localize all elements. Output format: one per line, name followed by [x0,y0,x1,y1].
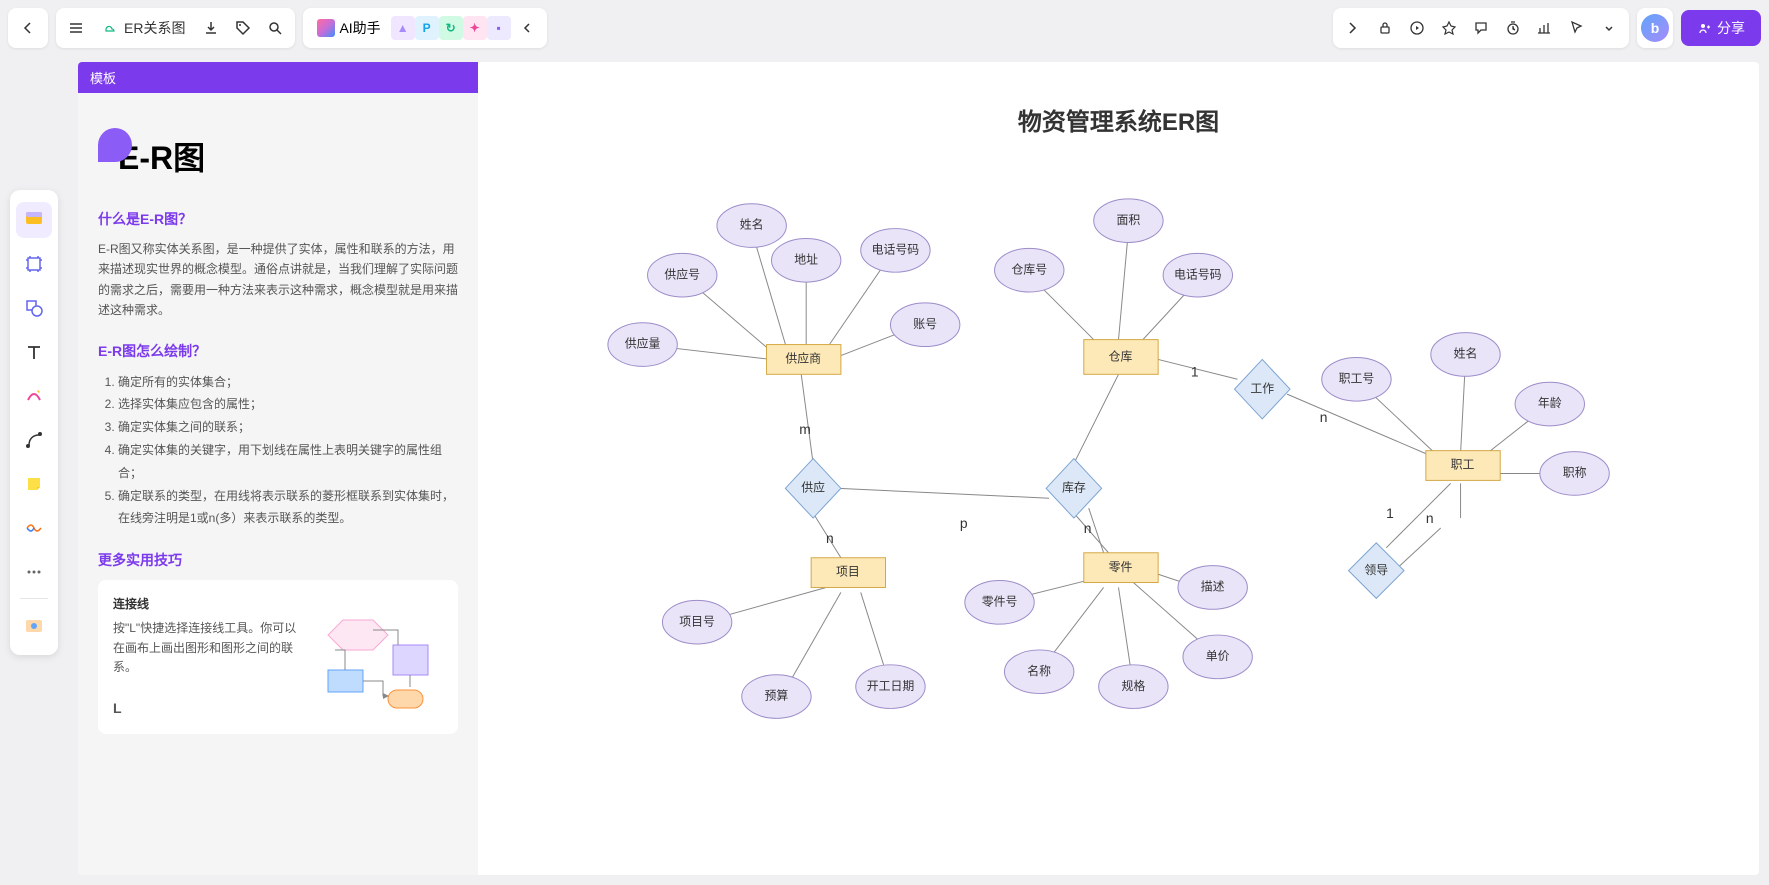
cursor-button[interactable] [1561,12,1593,44]
svg-text:n: n [1426,510,1434,526]
er-diagram[interactable]: 物资管理系统ER图 [478,62,1759,875]
chevron-left-small[interactable] [511,12,543,44]
timer-button[interactable] [1497,12,1529,44]
svg-text:姓名: 姓名 [740,218,764,232]
download-button[interactable] [195,12,227,44]
svg-text:1: 1 [1191,363,1199,379]
m-tool-button[interactable]: ▪ [487,16,511,40]
svg-text:职工号: 职工号 [1339,371,1375,385]
svg-text:n: n [826,530,834,546]
comment-button[interactable] [1465,12,1497,44]
list-item: 确定实体集之间的联系； [118,416,458,439]
list-item: 确定联系的类型，在用线将表示联系的菱形框联系到实体集时，在线旁注明是1或n(多）… [118,485,458,531]
svg-text:供应商: 供应商 [785,352,821,366]
c-tool-button[interactable]: ↻ [439,16,463,40]
tool-connector[interactable] [16,422,52,458]
user-plus-icon [1697,21,1711,35]
svg-text:供应号: 供应号 [664,267,700,281]
svg-text:开工日期: 开工日期 [867,679,915,693]
canvas-area[interactable]: 模板 E-R图 什么是E-R图？ E-R图又称实体关系图，是一种提供了实体，属性… [78,62,1759,875]
svg-text:单价: 单价 [1206,649,1230,663]
svg-text:地址: 地址 [794,252,818,266]
cloud-icon [102,20,118,36]
svg-text:账号: 账号 [913,317,937,331]
tip-diagram-icon [313,595,443,715]
chevron-down-icon[interactable] [1593,12,1625,44]
tool-more[interactable] [16,554,52,590]
svg-text:项目: 项目 [836,565,860,579]
svg-text:领导: 领导 [1364,563,1388,577]
list-item: 选择实体集应包含的属性； [118,393,458,416]
svg-text:仓库: 仓库 [1109,350,1133,364]
expand-button[interactable] [1337,12,1369,44]
tip-card: 连接线 按"L"快捷选择连接线工具。你可以在画布上画出图形和图形之间的联系。 L [98,580,458,734]
svg-text:面积: 面积 [1117,213,1141,227]
section-how-title: E-R图怎么绘制？ [98,341,458,361]
svg-text:工作: 工作 [1250,381,1274,395]
svg-text:电话号码: 电话号码 [872,243,920,257]
svg-text:职称: 职称 [1563,466,1587,480]
back-button[interactable] [12,12,44,44]
steps-list: 确定所有的实体集合； 选择实体集应包含的属性； 确定实体集之间的联系； 确定实体… [98,371,458,531]
document-title[interactable]: ER关系图 [92,18,195,38]
image-tool-button[interactable]: ▲ [391,16,415,40]
lock-button[interactable] [1369,12,1401,44]
panel-title: E-R图 [98,133,458,179]
svg-text:描述: 描述 [1201,580,1225,594]
svg-text:名称: 名称 [1027,664,1051,678]
svg-text:m: m [799,421,811,437]
svg-text:n: n [1320,409,1328,425]
svg-text:n: n [1084,520,1092,536]
ai-logo-icon [317,19,335,37]
section-what-title: 什么是E-R图？ [98,209,458,229]
tip-body: 按"L"快捷选择连接线工具。你可以在画布上画出图形和图形之间的联系。 [113,619,303,677]
svg-text:1: 1 [1386,505,1394,521]
tip-title: 连接线 [113,595,303,614]
search-button[interactable] [259,12,291,44]
list-item: 确定实体集的关键字，用下划线在属性上表明关键字的属性组合； [118,439,458,485]
template-panel: 模板 E-R图 什么是E-R图？ E-R图又称实体关系图，是一种提供了实体，属性… [78,62,478,875]
tip-shortcut: L [113,697,303,719]
svg-text:库存: 库存 [1062,480,1086,494]
r-tool-button[interactable]: ✦ [463,16,487,40]
play-button[interactable] [1401,12,1433,44]
section-tips-title: 更多实用技巧 [98,550,458,570]
tool-mindmap[interactable] [16,510,52,546]
tool-apps[interactable] [16,607,52,643]
svg-text:零件号: 零件号 [982,594,1018,608]
tool-frame[interactable] [16,246,52,282]
tool-sticky[interactable] [16,466,52,502]
svg-text:职工: 职工 [1451,458,1475,472]
doc-title-text: ER关系图 [124,18,185,38]
tool-text[interactable] [16,334,52,370]
tag-button[interactable] [227,12,259,44]
p-tool-button[interactable]: P [415,16,439,40]
svg-text:p: p [960,515,968,531]
section-what-body: E-R图又称实体关系图，是一种提供了实体，属性和联系的方法，用来描述现实世界的概… [98,239,458,321]
svg-text:年龄: 年龄 [1538,396,1562,410]
ai-assistant-button[interactable]: AI助手 [307,18,390,38]
template-badge: 模板 [78,62,478,93]
tool-templates[interactable] [16,202,52,238]
svg-text:姓名: 姓名 [1454,347,1478,361]
svg-text:仓库号: 仓库号 [1011,262,1047,276]
menu-button[interactable] [60,12,92,44]
svg-text:电话号码: 电话号码 [1174,267,1222,281]
chart-button[interactable] [1529,12,1561,44]
svg-text:供应量: 供应量 [625,337,661,351]
top-toolbar: ER关系图 AI助手 ▲ P ↻ ✦ ▪ b 分享 [8,8,1761,48]
left-sidebar [10,190,58,655]
svg-text:规格: 规格 [1121,679,1145,693]
svg-text:供应: 供应 [801,480,825,494]
svg-text:项目号: 项目号 [679,614,715,628]
share-button[interactable]: 分享 [1681,10,1761,46]
list-item: 确定所有的实体集合； [118,371,458,394]
tool-pen[interactable] [16,378,52,414]
effects-button[interactable] [1433,12,1465,44]
user-avatar[interactable]: b [1641,14,1669,42]
tool-shape[interactable] [16,290,52,326]
svg-text:零件: 零件 [1109,560,1133,574]
svg-text:预算: 预算 [765,689,789,703]
